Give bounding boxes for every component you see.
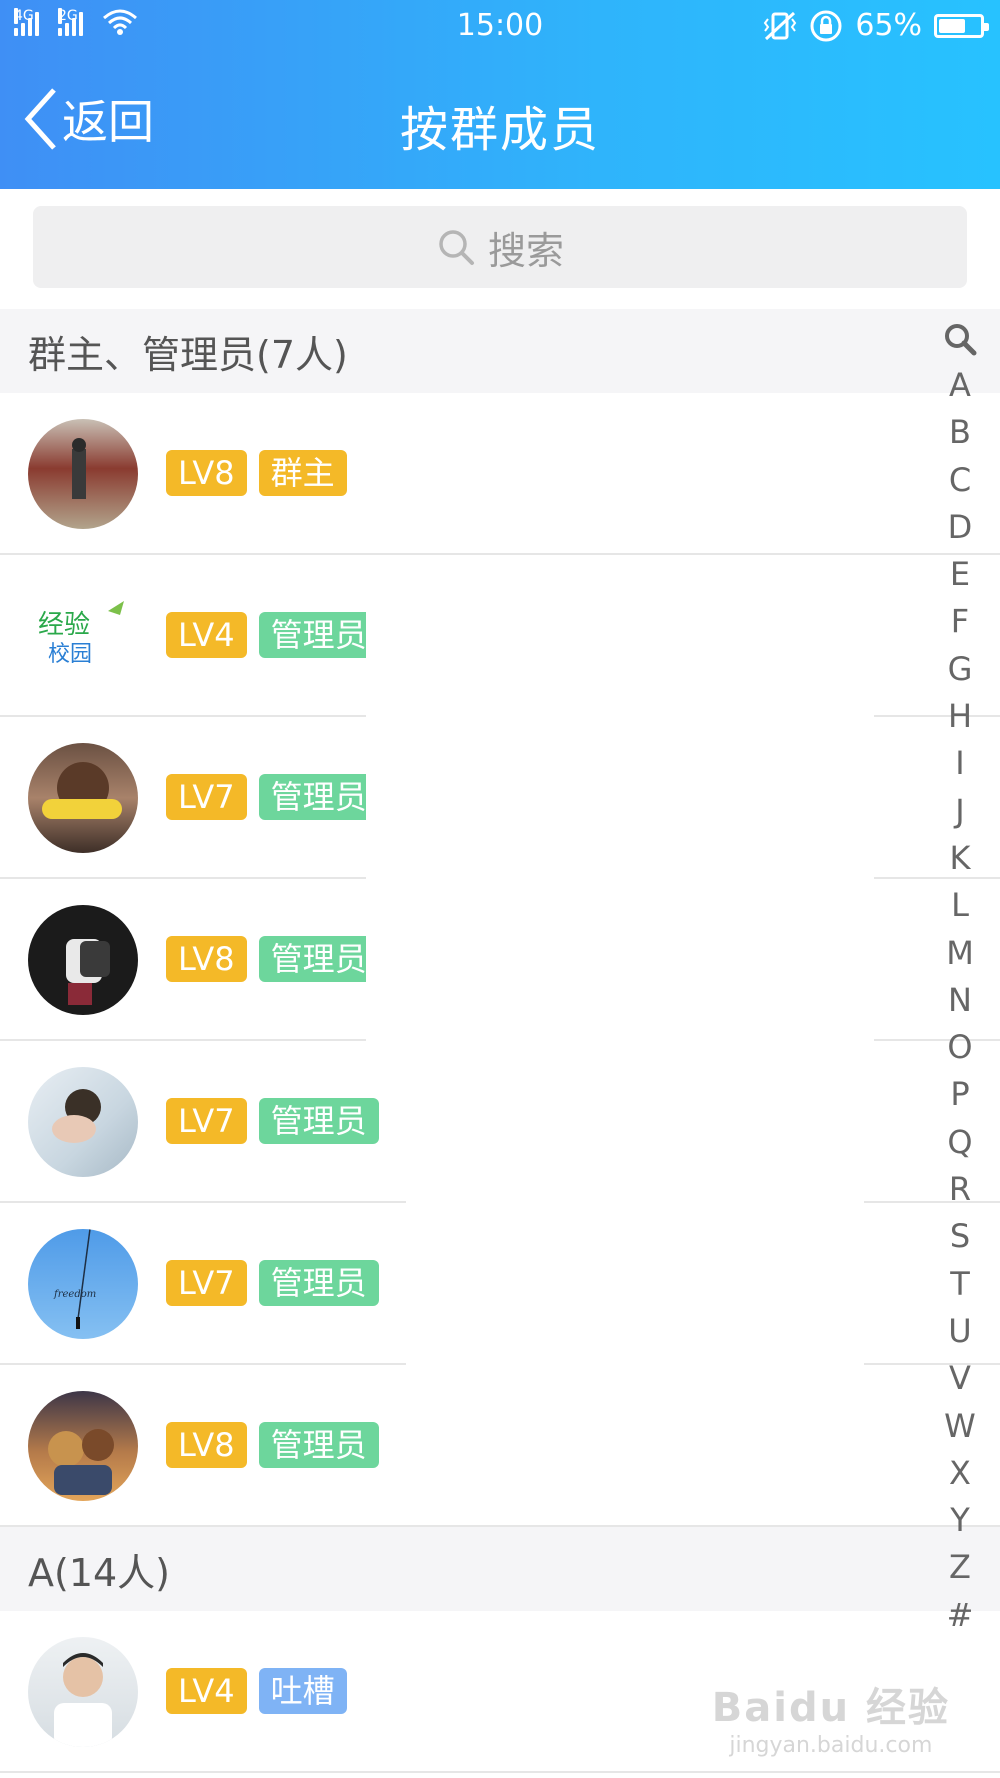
member-badges: LV4 吐槽 (166, 1668, 347, 1714)
alphabet-index-item[interactable]: W (944, 1403, 976, 1450)
level-badge: LV8 (166, 936, 247, 982)
alphabet-index-item[interactable]: N (944, 977, 976, 1024)
alphabet-index-item[interactable]: M (944, 930, 976, 977)
alphabet-list: A B C D E F G H I J K L M N O P Q R S T U V W X Y Z # (944, 362, 976, 1639)
role-badge: 管理员 (258, 612, 379, 658)
nav-bar: 返回 按群成员 (0, 80, 1000, 160)
level-badge: LV4 (166, 612, 247, 658)
alphabet-index-item[interactable]: K (944, 835, 976, 882)
member-badges: LV4 管理员 (166, 612, 379, 658)
level-badge: LV8 (166, 450, 247, 496)
role-badge: 管理员 (258, 936, 379, 982)
section-header-a: A(14人) (0, 1527, 1000, 1611)
alphabet-index-item[interactable]: J (944, 788, 976, 835)
alphabet-index-item[interactable]: D (944, 504, 976, 551)
list-item[interactable]: LV8 群主 (0, 393, 1000, 555)
svg-text:经验: 经验 (38, 610, 90, 640)
avatar (28, 905, 138, 1015)
alphabet-index-item[interactable]: O (944, 1024, 976, 1071)
alphabet-index-item[interactable]: B (944, 409, 976, 456)
rotation-lock-icon (810, 10, 842, 41)
alphabet-index-item[interactable]: Q (944, 1119, 976, 1166)
avatar: 经验 校园 (28, 581, 138, 691)
search-placeholder: 搜索 (487, 228, 564, 273)
avatar (28, 1637, 138, 1747)
avatar (28, 743, 138, 853)
watermark-bottom: jingyan.baidu.com (729, 1733, 933, 1758)
status-right: 65% (763, 8, 989, 43)
role-badge: 管理员 (258, 1260, 379, 1306)
alphabet-index-item[interactable]: R (944, 1166, 976, 1213)
role-badge: 群主 (258, 450, 347, 496)
alphabet-index-item[interactable]: V (944, 1355, 976, 1402)
alphabet-index-item[interactable]: I (944, 740, 976, 787)
role-badge: 管理员 (258, 1422, 379, 1468)
role-badge: 吐槽 (258, 1668, 347, 1714)
alphabet-index-item[interactable]: P (944, 1071, 976, 1118)
alphabet-index-item[interactable]: C (944, 457, 976, 504)
list-item[interactable]: LV8 管理员 (0, 1365, 1000, 1527)
level-badge: LV7 (166, 1260, 247, 1306)
alphabet-index-item[interactable]: H (944, 693, 976, 740)
battery-icon (934, 13, 989, 38)
member-badges: LV7 管理员 (166, 1260, 379, 1306)
level-badge: LV7 (166, 1098, 247, 1144)
vibrate-icon (764, 11, 797, 40)
level-badge: LV4 (166, 1668, 247, 1714)
avatar (28, 1067, 138, 1177)
alphabet-index-item[interactable]: G (944, 646, 976, 693)
search-icon (439, 230, 474, 265)
alphabet-index-item[interactable]: Y (944, 1497, 976, 1544)
search-icon[interactable] (943, 322, 977, 356)
svg-text:freedom: freedom (53, 1289, 96, 1300)
alphabet-index-item[interactable]: L (944, 882, 976, 929)
level-badge: LV8 (166, 1422, 247, 1468)
search-input[interactable]: 搜索 (33, 206, 967, 288)
alphabet-index-item[interactable]: U (944, 1308, 976, 1355)
member-badges: LV7 管理员 (166, 1098, 379, 1144)
avatar (28, 419, 138, 529)
avatar: freedom (28, 1229, 138, 1339)
alphabet-index-item[interactable]: E (944, 551, 976, 598)
alphabet-index-item[interactable]: Z (944, 1544, 976, 1591)
section-label: A(14人) (28, 1550, 170, 1595)
svg-text:校园: 校园 (48, 642, 92, 667)
member-badges: LV7 管理员 (166, 774, 379, 820)
battery-percent: 65% (855, 8, 922, 43)
header: 4G 2G 15:00 65% 返回 按群成员 (0, 0, 1000, 189)
search-area: 搜索 (0, 189, 1000, 309)
alphabet-index-item[interactable]: F (944, 598, 976, 645)
role-badge: 管理员 (258, 774, 379, 820)
watermark-top: Baidu 经验 (711, 1685, 950, 1731)
alphabet-index-item[interactable]: T (944, 1261, 976, 1308)
member-badges: LV8 管理员 (166, 936, 379, 982)
alphabet-index-item[interactable]: # (944, 1592, 976, 1639)
mask-overlay (366, 879, 874, 1041)
alphabet-index-item[interactable]: X (944, 1450, 976, 1497)
section-header-admins: 群主、管理员(7人) (0, 309, 1000, 393)
avatar (28, 1391, 138, 1501)
member-badges: LV8 管理员 (166, 1422, 379, 1468)
alphabet-index-item[interactable]: A (944, 362, 976, 409)
divider (0, 1771, 1000, 1773)
section-label: 群主、管理员(7人) (28, 332, 348, 377)
mask-overlay (406, 1041, 864, 1365)
battery-fill (939, 18, 965, 33)
alphabet-index[interactable]: A B C D E F G H I J K L M N O P Q R S T U V W X Y Z # (930, 322, 990, 1639)
mask-overlay (366, 555, 874, 879)
member-badges: LV8 群主 (166, 450, 347, 496)
level-badge: LV7 (166, 774, 247, 820)
page-title: 按群成员 (399, 102, 600, 158)
alphabet-index-item[interactable]: S (944, 1213, 976, 1260)
watermark-logo: Baidu 经验 jingyan.baidu.com (712, 1675, 950, 1758)
role-badge: 管理员 (258, 1098, 379, 1144)
status-bar: 4G 2G 15:00 65% (0, 0, 1000, 52)
